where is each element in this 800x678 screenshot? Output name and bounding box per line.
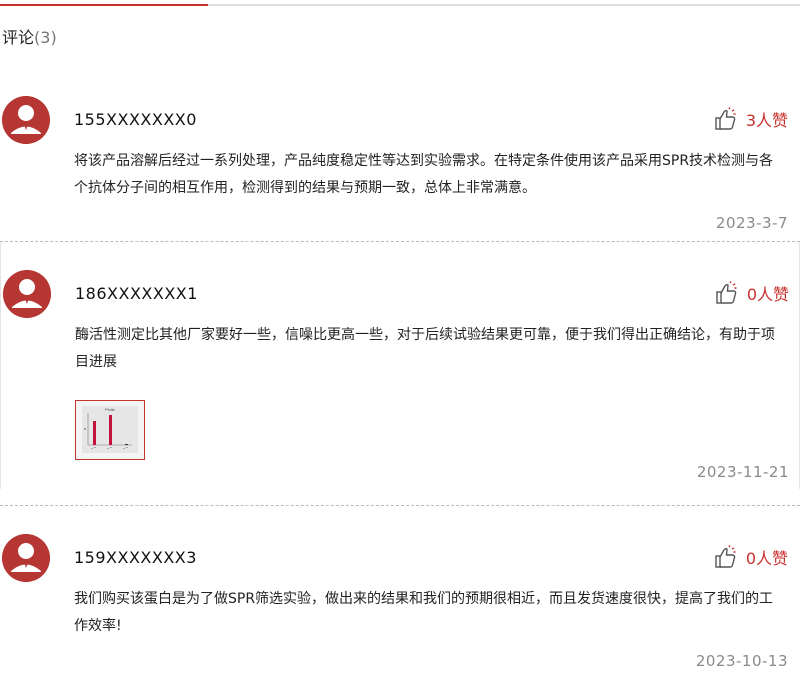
like-count: 3人赞 — [745, 111, 788, 130]
comment-date: 2023-10-13 — [695, 652, 788, 670]
comment-username: 186XXXXXXX1 — [75, 284, 198, 303]
comments-title: 评论 — [2, 28, 35, 47]
like-button[interactable]: 3人赞 — [714, 106, 788, 132]
thumbnail-caption: Prote — [105, 407, 115, 412]
like-count: 0人赞 — [746, 285, 789, 304]
comments-heading: 评论(3) — [2, 24, 57, 48]
comment-date: 2023-11-21 — [696, 463, 789, 481]
like-button[interactable]: 0人赞 — [715, 280, 789, 306]
user-avatar-icon — [2, 534, 50, 582]
user-avatar-icon — [2, 96, 50, 144]
thumbs-up-icon — [714, 545, 738, 569]
comment-username: 159XXXXXXX3 — [74, 548, 197, 567]
active-tab-indicator — [0, 4, 208, 6]
thumbs-up-icon — [714, 107, 738, 131]
like-button[interactable]: 0人赞 — [714, 544, 788, 570]
comment-text: 酶活性测定比其他厂家要好一些，信噪比更高一些，对于后续试验结果更可靠，便于我们得… — [75, 327, 775, 370]
comment-username: 155XXXXXXX0 — [74, 110, 197, 129]
like-count: 0人赞 — [745, 549, 788, 568]
comment-date: 2023-3-7 — [715, 214, 788, 232]
comment-item: 155XXXXXXX0 3人赞 将该产品溶解后经过一系列处理，产品纯度稳定性等达… — [0, 68, 798, 240]
comment-image-thumbnail[interactable]: Prote — [75, 400, 145, 460]
comment-text: 我们购买该蛋白是为了做SPR筛选实验，做出来的结果和我们的预期很相近，而且发货速… — [74, 591, 774, 634]
user-avatar-icon — [3, 270, 51, 318]
comment-item: 186XXXXXXX1 0人赞 酶活性测定比其他厂家要好一些，信噪比更高一些，对… — [0, 242, 800, 489]
comments-count: (3) — [34, 28, 57, 47]
comment-text: 将该产品溶解后经过一系列处理，产品纯度稳定性等达到实验需求。在特定条件使用该产品… — [74, 153, 774, 196]
comment-item: 159XXXXXXX3 0人赞 我们购买该蛋白是为了做SPR筛选实验，做出来的结… — [0, 506, 798, 678]
thumbs-up-icon — [715, 281, 739, 305]
